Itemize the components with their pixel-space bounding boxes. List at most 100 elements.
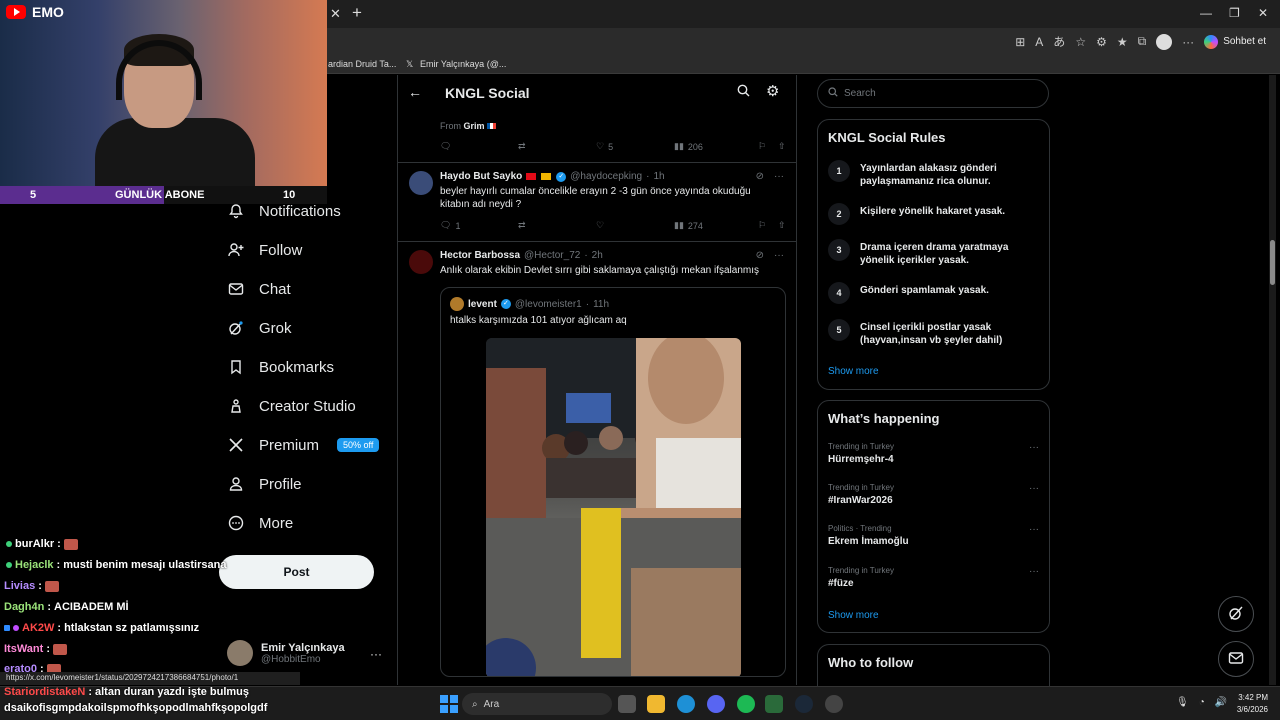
wifi-icon[interactable]: ◔ xyxy=(1199,697,1205,708)
grok-explain-icon[interactable]: ⊘ xyxy=(756,250,764,261)
volume-icon[interactable]: 🔊 xyxy=(1215,697,1227,708)
back-arrow-icon[interactable]: ← xyxy=(408,84,422,100)
trend-more-icon[interactable]: ··· xyxy=(1029,566,1039,577)
close-window-icon[interactable]: ✕ xyxy=(1258,6,1268,20)
rule-number: 4 xyxy=(828,282,850,304)
tweet-more-icon[interactable]: ··· xyxy=(774,250,784,261)
translate-icon[interactable]: あ xyxy=(1053,33,1065,50)
nav-follow[interactable]: Follow xyxy=(227,241,302,259)
new-tab-icon[interactable]: + xyxy=(352,3,362,23)
close-tab-icon[interactable]: ✕ xyxy=(330,6,341,22)
read-aloud-icon[interactable]: A xyxy=(1035,35,1043,49)
trend-meta: Trending in Turkey xyxy=(828,483,894,492)
repost-button[interactable]: ⇄ xyxy=(518,220,596,231)
repost-button[interactable]: ⇄ xyxy=(518,141,596,152)
nav-profile[interactable]: Profile xyxy=(227,475,302,493)
sub-goal-current: 5 xyxy=(30,189,37,201)
nav-bookmarks[interactable]: Bookmarks xyxy=(227,358,334,376)
maximize-icon[interactable]: ❐ xyxy=(1229,6,1240,20)
bookmark-button[interactable]: ⚐ xyxy=(758,220,778,231)
search-input[interactable]: Search xyxy=(817,79,1049,108)
premium-discount-badge: 50% off xyxy=(337,438,380,452)
trend-item[interactable]: Politics · Trending Ekrem İmamoğlu ··· xyxy=(828,524,1041,547)
tweet-actions: 🗨 ⇄ ♡ 5 ▮▮ 206 ⚐ ⇧ xyxy=(440,141,786,152)
like-button[interactable]: ♡ xyxy=(596,220,674,231)
reply-button[interactable]: 🗨 xyxy=(440,141,518,152)
windows-start-icon[interactable] xyxy=(440,695,458,713)
messages-float-button[interactable] xyxy=(1218,641,1254,677)
file-explorer-icon[interactable] xyxy=(647,695,665,713)
favorite-star-icon[interactable]: ☆ xyxy=(1075,35,1086,49)
trend-item[interactable]: Trending in Turkey Hürremşehr-4 ··· xyxy=(828,442,1041,465)
bookmark-item[interactable]: ardian Druid Ta... xyxy=(328,59,396,69)
show-more-link[interactable]: Show more xyxy=(828,366,879,377)
task-view-icon[interactable] xyxy=(618,695,636,713)
tweet-text: beyler hayırlı cumalar öncelikle erayın … xyxy=(440,186,751,210)
trend-item[interactable]: Trending in Turkey #füze ··· xyxy=(828,566,1041,589)
views-button[interactable]: ▮▮ 206 xyxy=(674,141,758,152)
account-switcher[interactable]: Emir Yalçınkaya @HobbitEmo xyxy=(227,640,345,666)
nav-more[interactable]: More xyxy=(227,514,293,532)
taskbar-search[interactable]: ⌕ Ara xyxy=(462,693,612,715)
extensions-icon[interactable]: ⚙ xyxy=(1096,35,1107,49)
chat-message: dsaikofisgmpdakoilspmofhkşopodlmahfkşopo… xyxy=(4,702,267,714)
favorites-icon[interactable]: ★ xyxy=(1117,35,1128,49)
search-placeholder: Search xyxy=(844,88,876,99)
quote-photo[interactable] xyxy=(486,338,741,676)
bookmark-item[interactable]: Emir Yalçınkaya (@... xyxy=(420,59,506,69)
envelope-icon xyxy=(227,280,245,298)
quoted-tweet[interactable]: levent ✓ @levomeister1 · 11h htalks karş… xyxy=(440,287,786,677)
trend-more-icon[interactable]: ··· xyxy=(1029,524,1039,535)
turkey-flag-icon xyxy=(526,173,537,180)
nav-chat[interactable]: Chat xyxy=(227,280,291,298)
separator-dot: · xyxy=(585,298,590,310)
webcam-overlay: EMO xyxy=(0,0,327,186)
discord-icon[interactable] xyxy=(707,695,725,713)
search-icon[interactable] xyxy=(737,84,750,100)
page-scrollbar[interactable] xyxy=(1269,75,1276,685)
chat-text: ACIBADEM Mİ xyxy=(54,601,129,613)
nav-grok[interactable]: Grok xyxy=(227,319,292,337)
views-button[interactable]: ▮▮ 274 xyxy=(674,220,758,231)
trend-item[interactable]: Trending in Turkey #IranWar2026 ··· xyxy=(828,483,1041,506)
minimize-icon[interactable]: — xyxy=(1200,6,1212,20)
chat-text: dsaikofisgmpdakoilspmofhkşopodlmahfkşopo… xyxy=(4,702,268,714)
browser-menu-icon[interactable]: ··· xyxy=(1182,35,1194,49)
system-tray: 🎙 ◔ 🔊 xyxy=(1176,697,1227,708)
copilot-button[interactable]: Sohbet et xyxy=(1204,34,1266,49)
from-line: From Grim xyxy=(440,121,497,131)
trend-more-icon[interactable]: ··· xyxy=(1029,442,1039,453)
chat-message: Livias: xyxy=(4,580,59,592)
bookmark-button[interactable]: ⚐ xyxy=(758,141,778,152)
collections-icon[interactable]: ⧉ xyxy=(1138,34,1147,49)
nav-creator-studio[interactable]: Creator Studio xyxy=(227,397,356,415)
post-button[interactable]: Post xyxy=(219,555,374,589)
tweet-more-icon[interactable]: ··· xyxy=(774,171,784,182)
clock[interactable]: 3:42 PM 3/6/2026 xyxy=(1237,692,1268,716)
rules-title: KNGL Social Rules xyxy=(828,130,946,145)
mic-icon[interactable]: 🎙 xyxy=(1176,697,1189,708)
xbox-icon[interactable] xyxy=(765,695,783,713)
like-button[interactable]: ♡ 5 xyxy=(596,141,674,152)
nav-notifications[interactable]: Notifications xyxy=(227,202,341,220)
show-more-link[interactable]: Show more xyxy=(828,610,879,621)
app-available-icon[interactable]: ⊞ xyxy=(1015,35,1025,49)
scrollbar-thumb[interactable] xyxy=(1270,240,1275,285)
bookmark-icon: ⚐ xyxy=(758,220,767,230)
chat-badge-icon xyxy=(13,625,19,631)
spotify-icon[interactable] xyxy=(737,695,755,713)
share-button[interactable]: ⇧ xyxy=(778,220,786,231)
trend-name: #füze xyxy=(828,578,854,589)
grok-explain-icon[interactable]: ⊘ xyxy=(756,171,764,182)
profile-avatar[interactable] xyxy=(1156,33,1173,50)
trend-more-icon[interactable]: ··· xyxy=(1029,483,1039,494)
account-more-icon[interactable]: ··· xyxy=(370,647,382,661)
share-button[interactable]: ⇧ xyxy=(778,141,786,152)
edge-browser-icon[interactable] xyxy=(677,695,695,713)
nav-premium[interactable]: Premium 50% off xyxy=(227,436,380,454)
steam-icon[interactable] xyxy=(795,695,813,713)
obs-icon[interactable] xyxy=(825,695,843,713)
reply-button[interactable]: 🗨 1 xyxy=(440,220,518,231)
gear-icon[interactable]: ⚙ xyxy=(766,82,779,100)
grok-float-button[interactable] xyxy=(1218,596,1254,632)
